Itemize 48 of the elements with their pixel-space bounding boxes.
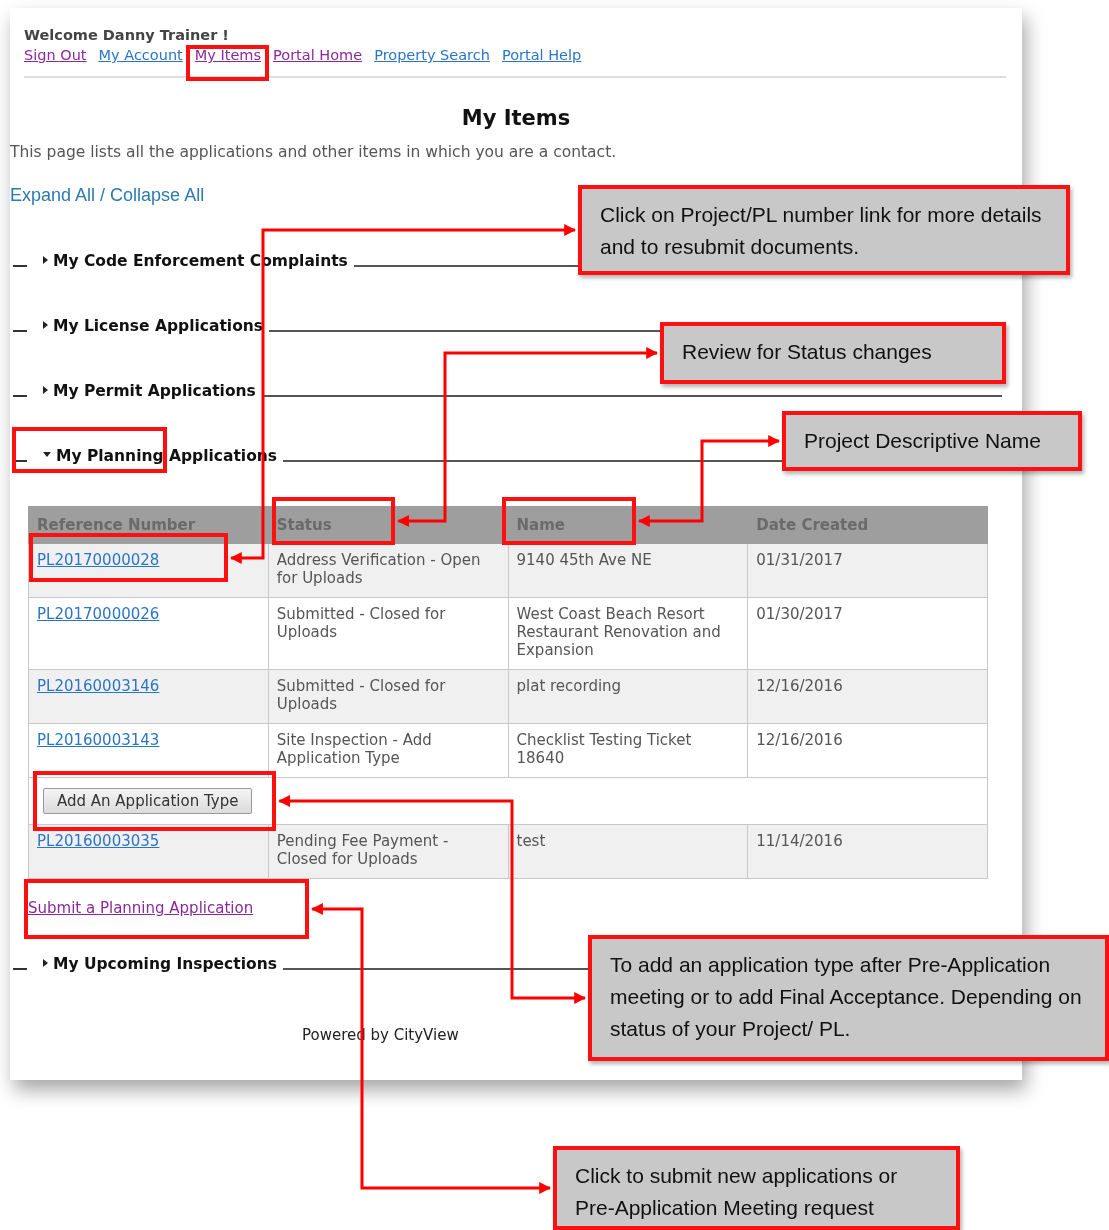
callout-note: Project Descriptive Name [782, 411, 1082, 471]
nav-link[interactable]: My Items [194, 44, 262, 66]
table-cell: 9140 45th Ave NE [508, 543, 748, 598]
nav-link[interactable]: Property Search [374, 44, 490, 66]
reference-link[interactable]: PL20170000026 [37, 605, 160, 623]
submit-application-link[interactable]: Submit a Planning Application [28, 899, 254, 917]
reference-link[interactable]: PL20160003146 [37, 677, 160, 695]
collapsed-triangle-icon[interactable] [43, 959, 48, 967]
callout-note: Review for Status changes [660, 322, 1006, 384]
separator: / [100, 184, 106, 206]
table-cell: Submitted - Closed for Uploads [268, 669, 508, 724]
welcome-text: Welcome Danny Trainer ! [24, 26, 230, 44]
section-title[interactable]: My Upcoming Inspections [53, 954, 277, 974]
table-cell: 01/31/2017 [747, 543, 988, 598]
table-cell: Checklist Testing Ticket 18640 [508, 723, 748, 778]
section-title[interactable]: My License Applications [53, 316, 264, 336]
collapsed-triangle-icon[interactable] [43, 321, 48, 329]
table-cell: plat recording [508, 669, 748, 724]
nav-link[interactable]: Portal Home [273, 44, 363, 66]
table-cell: test [508, 824, 748, 879]
collapse-all-link[interactable]: Collapse All [110, 184, 205, 206]
add-application-type-button[interactable]: Add An Application Type [43, 788, 253, 814]
callout-note: To add an application type after Pre-Application meeting or to add Final Acceptance. Depending on status of your Project/ PL. [588, 935, 1109, 1061]
table-cell: Pending Fee Payment - Closed for Uploads [268, 824, 508, 879]
collapsed-triangle-icon[interactable] [43, 386, 48, 394]
table-cell: 11/14/2016 [747, 824, 988, 879]
table-cell: West Coast Beach Resort Restaurant Renovation and Expansion [508, 597, 748, 670]
expand-all-link[interactable]: Expand All [10, 184, 96, 206]
table-cell: 01/30/2017 [747, 597, 988, 670]
collapse-dash[interactable] [13, 460, 27, 462]
reference-link[interactable]: PL20170000028 [37, 551, 160, 569]
collapsed-triangle-icon[interactable] [43, 256, 48, 264]
table-cell: Submitted - Closed for Uploads [268, 597, 508, 670]
expanded-triangle-icon[interactable] [43, 452, 51, 457]
table-cell: 12/16/2016 [747, 669, 988, 724]
nav-link[interactable]: Portal Help [501, 44, 582, 66]
page-title: My Items [460, 105, 572, 131]
reference-link[interactable]: PL20160003143 [37, 731, 160, 749]
section-title[interactable]: My Permit Applications [53, 381, 256, 401]
table-cell: Address Verification - Open for Uploads [268, 543, 508, 598]
nav-link[interactable]: My Account [98, 44, 183, 66]
table-cell: 12/16/2016 [747, 723, 988, 778]
table-cell: Site Inspection - Add Application Type [268, 723, 508, 778]
callout-note: Click to submit new applications or Pre-Application Meeting request [553, 1146, 960, 1230]
nav-link[interactable]: Sign Out [24, 44, 87, 66]
callout-note: Click on Project/PL number link for more details and to resubmit documents. [578, 185, 1070, 275]
reference-link[interactable]: PL20160003035 [37, 832, 160, 850]
page-description: This page lists all the applications and other items in which you are a contact. [10, 143, 618, 161]
